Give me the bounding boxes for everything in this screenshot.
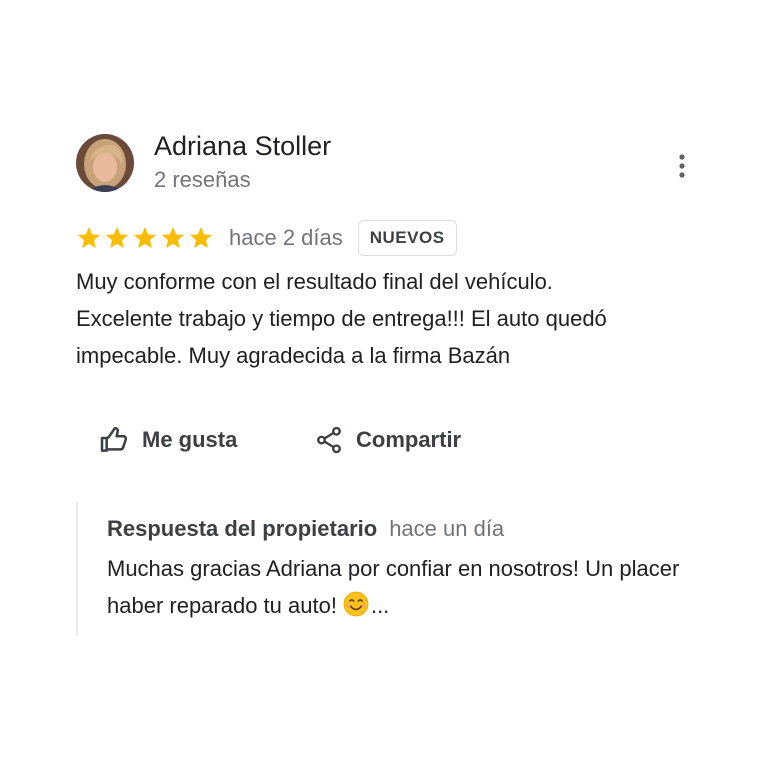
like-label: Me gusta xyxy=(142,427,238,452)
more-options-button[interactable] xyxy=(666,148,698,184)
author-name[interactable]: Adriana Stoller xyxy=(154,131,331,162)
star-icon xyxy=(189,226,213,248)
owner-reply-text: Muchas gracias Adriana por confiar en no… xyxy=(107,550,707,628)
share-icon xyxy=(317,426,341,454)
rating-row: hace 2 días NUEVOS xyxy=(76,219,457,257)
star-icon xyxy=(133,226,157,248)
thumb-up-icon xyxy=(100,427,128,452)
share-label: Compartir xyxy=(356,427,462,452)
owner-reply-body: Muchas gracias Adriana por confiar en no… xyxy=(107,556,680,618)
avatar-photo-icon xyxy=(76,134,134,192)
smiling-face-emoji-icon xyxy=(343,591,369,628)
star-icon xyxy=(105,226,129,248)
new-badge: NUEVOS xyxy=(357,220,457,256)
owner-reply: Respuesta del propietario hace un día Muc… xyxy=(76,502,718,636)
owner-reply-time: hace un día xyxy=(389,516,505,541)
share-button[interactable]: Compartir xyxy=(314,420,461,460)
owner-reply-more[interactable]: ... xyxy=(371,593,389,618)
author-review-count: 2 reseñas xyxy=(154,167,251,192)
like-button[interactable]: Me gusta xyxy=(98,420,237,460)
star-rating xyxy=(76,225,214,251)
review-card: Adriana Stoller 2 reseñas hace 2 días NU… xyxy=(0,0,768,768)
owner-reply-header: Respuesta del propietario hace un día xyxy=(107,516,504,542)
owner-reply-title: Respuesta del propietario xyxy=(107,516,378,541)
review-time: hace 2 días xyxy=(229,225,343,250)
star-icon xyxy=(77,226,101,248)
review-text: Muy conforme con el resultado final del … xyxy=(76,269,607,368)
star-icon xyxy=(161,226,185,248)
more-vert-icon xyxy=(679,154,685,178)
author-avatar[interactable] xyxy=(76,134,134,192)
